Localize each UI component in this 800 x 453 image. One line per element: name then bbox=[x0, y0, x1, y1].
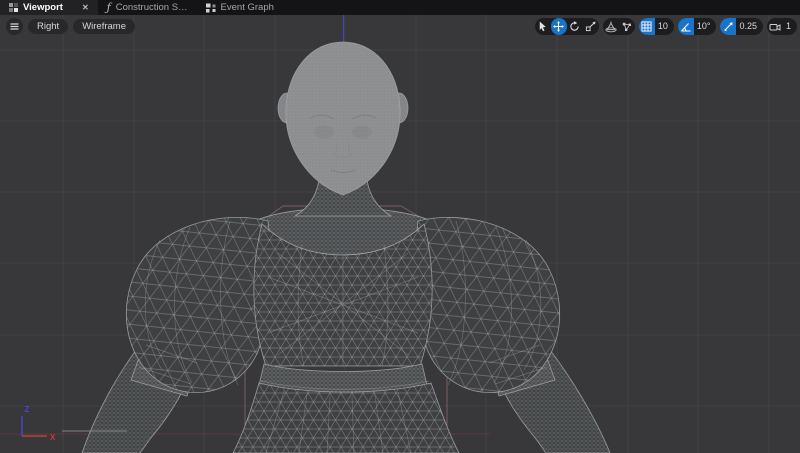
transform-tools-group bbox=[535, 18, 599, 35]
camera-speed-control: 1 bbox=[767, 18, 797, 35]
rotation-snap-icon bbox=[680, 21, 692, 33]
function-icon: ƒ bbox=[107, 2, 111, 13]
menu-icon bbox=[9, 21, 20, 32]
camera-icon bbox=[769, 21, 781, 33]
scale-snap-control: 0.25 bbox=[720, 18, 763, 35]
rotate-tool-button[interactable] bbox=[567, 18, 583, 35]
scale-tool-button[interactable] bbox=[583, 18, 599, 35]
move-tool-button[interactable] bbox=[551, 18, 567, 35]
socket-snap-icon bbox=[621, 21, 633, 33]
scale-snap-value[interactable]: 0.25 bbox=[736, 22, 763, 31]
viewport-toolbar-left: Right Wireframe bbox=[6, 18, 135, 35]
tab-viewport-label: Viewport bbox=[23, 2, 63, 13]
tab-construction-script[interactable]: ƒ Construction S… bbox=[98, 0, 197, 15]
grid-snap-value[interactable]: 10 bbox=[655, 22, 674, 31]
scale-snap-toggle[interactable] bbox=[720, 18, 736, 35]
viewport-toolbar-right: 10 10° 0.25 1 bbox=[535, 18, 797, 35]
axis-x: X bbox=[22, 433, 56, 442]
snap-helpers-group bbox=[603, 18, 635, 35]
tab-construction-script-label: Construction S… bbox=[116, 2, 188, 13]
tab-bar: Viewport ✕ ƒ Construction S… Event Graph bbox=[0, 0, 800, 15]
rotation-snap-control: 10° bbox=[678, 18, 717, 35]
select-cursor-icon bbox=[537, 21, 548, 32]
scale-snap-icon bbox=[723, 21, 734, 32]
axis-z-label: Z bbox=[25, 405, 30, 414]
select-tool-button[interactable] bbox=[535, 18, 551, 35]
close-icon[interactable]: ✕ bbox=[82, 4, 89, 12]
tab-event-graph[interactable]: Event Graph bbox=[197, 0, 283, 15]
rotate-icon bbox=[569, 21, 580, 32]
render-mode-dropdown[interactable]: Wireframe bbox=[73, 19, 135, 34]
rotation-snap-value[interactable]: 10° bbox=[694, 22, 717, 31]
viewport-options-button[interactable] bbox=[6, 18, 23, 35]
event-graph-icon bbox=[206, 3, 216, 13]
camera-speed-value[interactable]: 1 bbox=[783, 22, 797, 31]
tab-event-graph-label: Event Graph bbox=[221, 2, 274, 13]
camera-speed-button[interactable] bbox=[767, 18, 783, 35]
grid-snap-icon bbox=[641, 21, 652, 32]
scale-icon bbox=[585, 21, 596, 32]
surface-snap-button[interactable] bbox=[603, 18, 619, 35]
viewport-canvas[interactable] bbox=[0, 15, 800, 453]
rotation-snap-toggle[interactable] bbox=[678, 18, 694, 35]
viewport: Right Wireframe bbox=[0, 15, 800, 453]
socket-snap-button[interactable] bbox=[619, 18, 635, 35]
surface-snap-icon bbox=[605, 21, 617, 33]
blueprint-editor-window: Viewport ✕ ƒ Construction S… Event Graph bbox=[0, 0, 800, 453]
view-mode-dropdown[interactable]: Right bbox=[28, 19, 68, 34]
tab-viewport[interactable]: Viewport ✕ bbox=[0, 0, 98, 15]
orientation-gizmo: Z X bbox=[10, 396, 66, 449]
axis-x-label: X bbox=[50, 433, 56, 442]
axis-z: Z bbox=[22, 405, 30, 436]
grid-snap-toggle[interactable] bbox=[639, 18, 655, 35]
viewport-icon bbox=[9, 3, 18, 12]
grid-snap-control: 10 bbox=[639, 18, 674, 35]
move-icon bbox=[553, 21, 564, 32]
